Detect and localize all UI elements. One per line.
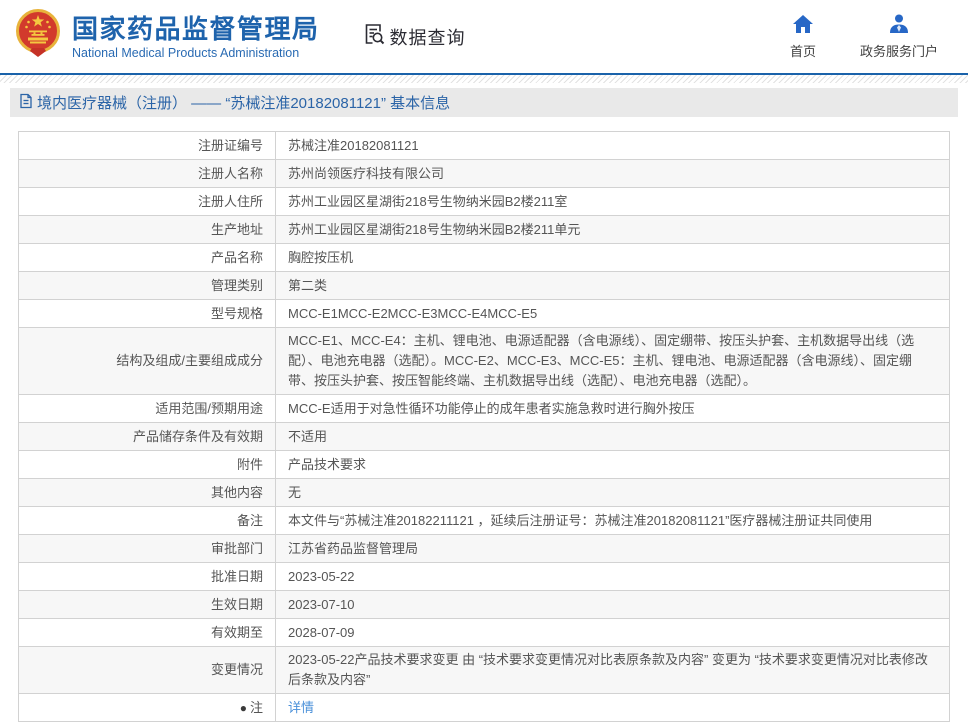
table-row: 产品储存条件及有效期不适用 bbox=[19, 423, 950, 451]
dataquery-label: 数据查询 bbox=[390, 24, 466, 50]
row-label: 结构及组成/主要组成成分 bbox=[19, 328, 276, 395]
row-value: 不适用 bbox=[276, 423, 950, 451]
row-label: 注册人住所 bbox=[19, 188, 276, 216]
table-row: 注册人住所苏州工业园区星湖街218号生物纳米园B2楼211室 bbox=[19, 188, 950, 216]
table-row: 注册人名称苏州尚领医疗科技有限公司 bbox=[19, 160, 950, 188]
row-label: 有效期至 bbox=[19, 619, 276, 647]
table-row: 其他内容无 bbox=[19, 479, 950, 507]
row-value: 苏州工业园区星湖街218号生物纳米园B2楼211单元 bbox=[276, 216, 950, 244]
dataquery-section: 数据查询 bbox=[362, 22, 466, 51]
row-value: MCC-E1、MCC-E4：主机、锂电池、电源适配器（含电源线）、固定绷带、按压… bbox=[276, 328, 950, 395]
row-value: 江苏省药品监督管理局 bbox=[276, 535, 950, 563]
row-label: 附件 bbox=[19, 451, 276, 479]
row-label: 管理类别 bbox=[19, 272, 276, 300]
table-row: 审批部门江苏省药品监督管理局 bbox=[19, 535, 950, 563]
table-row: 适用范围/预期用途MCC-E适用于对急性循环功能停止的成年患者实施急救时进行胸外… bbox=[19, 395, 950, 423]
table-row: 生产地址苏州工业园区星湖街218号生物纳米园B2楼211单元 bbox=[19, 216, 950, 244]
row-label: 变更情况 bbox=[19, 647, 276, 694]
row-value: 胸腔按压机 bbox=[276, 244, 950, 272]
row-label: 产品储存条件及有效期 bbox=[19, 423, 276, 451]
nav-portal-label: 政务服务门户 bbox=[860, 41, 938, 60]
table-row: 生效日期2023-07-10 bbox=[19, 591, 950, 619]
row-value: 第二类 bbox=[276, 272, 950, 300]
brand-text: 国家药品监督管理局 National Medical Products Admi… bbox=[72, 14, 320, 60]
home-icon bbox=[792, 14, 814, 37]
table-row: ●注详情 bbox=[19, 694, 950, 722]
national-emblem-logo bbox=[14, 8, 62, 65]
table-row: 批准日期2023-05-22 bbox=[19, 563, 950, 591]
row-value: 无 bbox=[276, 479, 950, 507]
row-label: 型号规格 bbox=[19, 300, 276, 328]
header: 国家药品监督管理局 National Medical Products Admi… bbox=[0, 0, 968, 73]
document-icon bbox=[19, 93, 37, 113]
row-label: 生产地址 bbox=[19, 216, 276, 244]
row-value: 本文件与“苏械注准20182211121 ，延续后注册证号：苏械注准201820… bbox=[276, 507, 950, 535]
section-title-bar: 境内医疗器械（注册） —— “苏械注准20182081121” 基本信息 bbox=[10, 88, 958, 117]
row-label: 适用范围/预期用途 bbox=[19, 395, 276, 423]
table-row: 产品名称胸腔按压机 bbox=[19, 244, 950, 272]
row-label: 注册人名称 bbox=[19, 160, 276, 188]
row-label: 生效日期 bbox=[19, 591, 276, 619]
row-value: 2023-05-22 bbox=[276, 563, 950, 591]
row-value: 详情 bbox=[276, 694, 950, 722]
row-value: 2028-07-09 bbox=[276, 619, 950, 647]
row-value: 2023-07-10 bbox=[276, 591, 950, 619]
row-label: 其他内容 bbox=[19, 479, 276, 507]
table-row: 备注本文件与“苏械注准20182211121 ，延续后注册证号：苏械注准2018… bbox=[19, 507, 950, 535]
row-value: MCC-E适用于对急性循环功能停止的成年患者实施急救时进行胸外按压 bbox=[276, 395, 950, 423]
nav-home-label: 首页 bbox=[790, 41, 816, 60]
note-icon: ● bbox=[240, 701, 247, 715]
brand: 国家药品监督管理局 National Medical Products Admi… bbox=[14, 8, 320, 65]
row-label: ●注 bbox=[19, 694, 276, 722]
row-label: 注册证编号 bbox=[19, 132, 276, 160]
table-row: 结构及组成/主要组成成分MCC-E1、MCC-E4：主机、锂电池、电源适配器（含… bbox=[19, 328, 950, 395]
table-row: 有效期至2028-07-09 bbox=[19, 619, 950, 647]
row-label: 批准日期 bbox=[19, 563, 276, 591]
row-value: 2023-05-22产品技术要求变更 由 “技术要求变更情况对比表原条款及内容”… bbox=[276, 647, 950, 694]
nav-item-portal[interactable]: 政务服务门户 bbox=[860, 14, 938, 60]
row-value: 产品技术要求 bbox=[276, 451, 950, 479]
brand-subtitle: National Medical Products Administration bbox=[72, 46, 320, 60]
page-title: 境内医疗器械（注册） —— “苏械注准20182081121” 基本信息 bbox=[37, 92, 450, 113]
hatch-strip bbox=[0, 75, 968, 83]
row-label: 审批部门 bbox=[19, 535, 276, 563]
row-label: 备注 bbox=[19, 507, 276, 535]
person-icon bbox=[888, 14, 910, 37]
table-row: 型号规格MCC-E1MCC-E2MCC-E3MCC-E4MCC-E5 bbox=[19, 300, 950, 328]
row-value: 苏州工业园区星湖街218号生物纳米园B2楼211室 bbox=[276, 188, 950, 216]
data-query-icon bbox=[362, 22, 390, 51]
info-table-body: 注册证编号苏械注准20182081121注册人名称苏州尚领医疗科技有限公司注册人… bbox=[19, 132, 950, 722]
table-row: 注册证编号苏械注准20182081121 bbox=[19, 132, 950, 160]
top-nav: 首页 政务服务门户 bbox=[790, 14, 938, 60]
table-row: 管理类别第二类 bbox=[19, 272, 950, 300]
row-value: MCC-E1MCC-E2MCC-E3MCC-E4MCC-E5 bbox=[276, 300, 950, 328]
row-value: 苏械注准20182081121 bbox=[276, 132, 950, 160]
row-label: 产品名称 bbox=[19, 244, 276, 272]
table-row: 变更情况2023-05-22产品技术要求变更 由 “技术要求变更情况对比表原条款… bbox=[19, 647, 950, 694]
brand-title: 国家药品监督管理局 bbox=[72, 14, 320, 44]
nav-item-home[interactable]: 首页 bbox=[790, 14, 816, 60]
table-row: 附件产品技术要求 bbox=[19, 451, 950, 479]
row-value: 苏州尚领医疗科技有限公司 bbox=[276, 160, 950, 188]
info-table: 注册证编号苏械注准20182081121注册人名称苏州尚领医疗科技有限公司注册人… bbox=[18, 131, 950, 722]
